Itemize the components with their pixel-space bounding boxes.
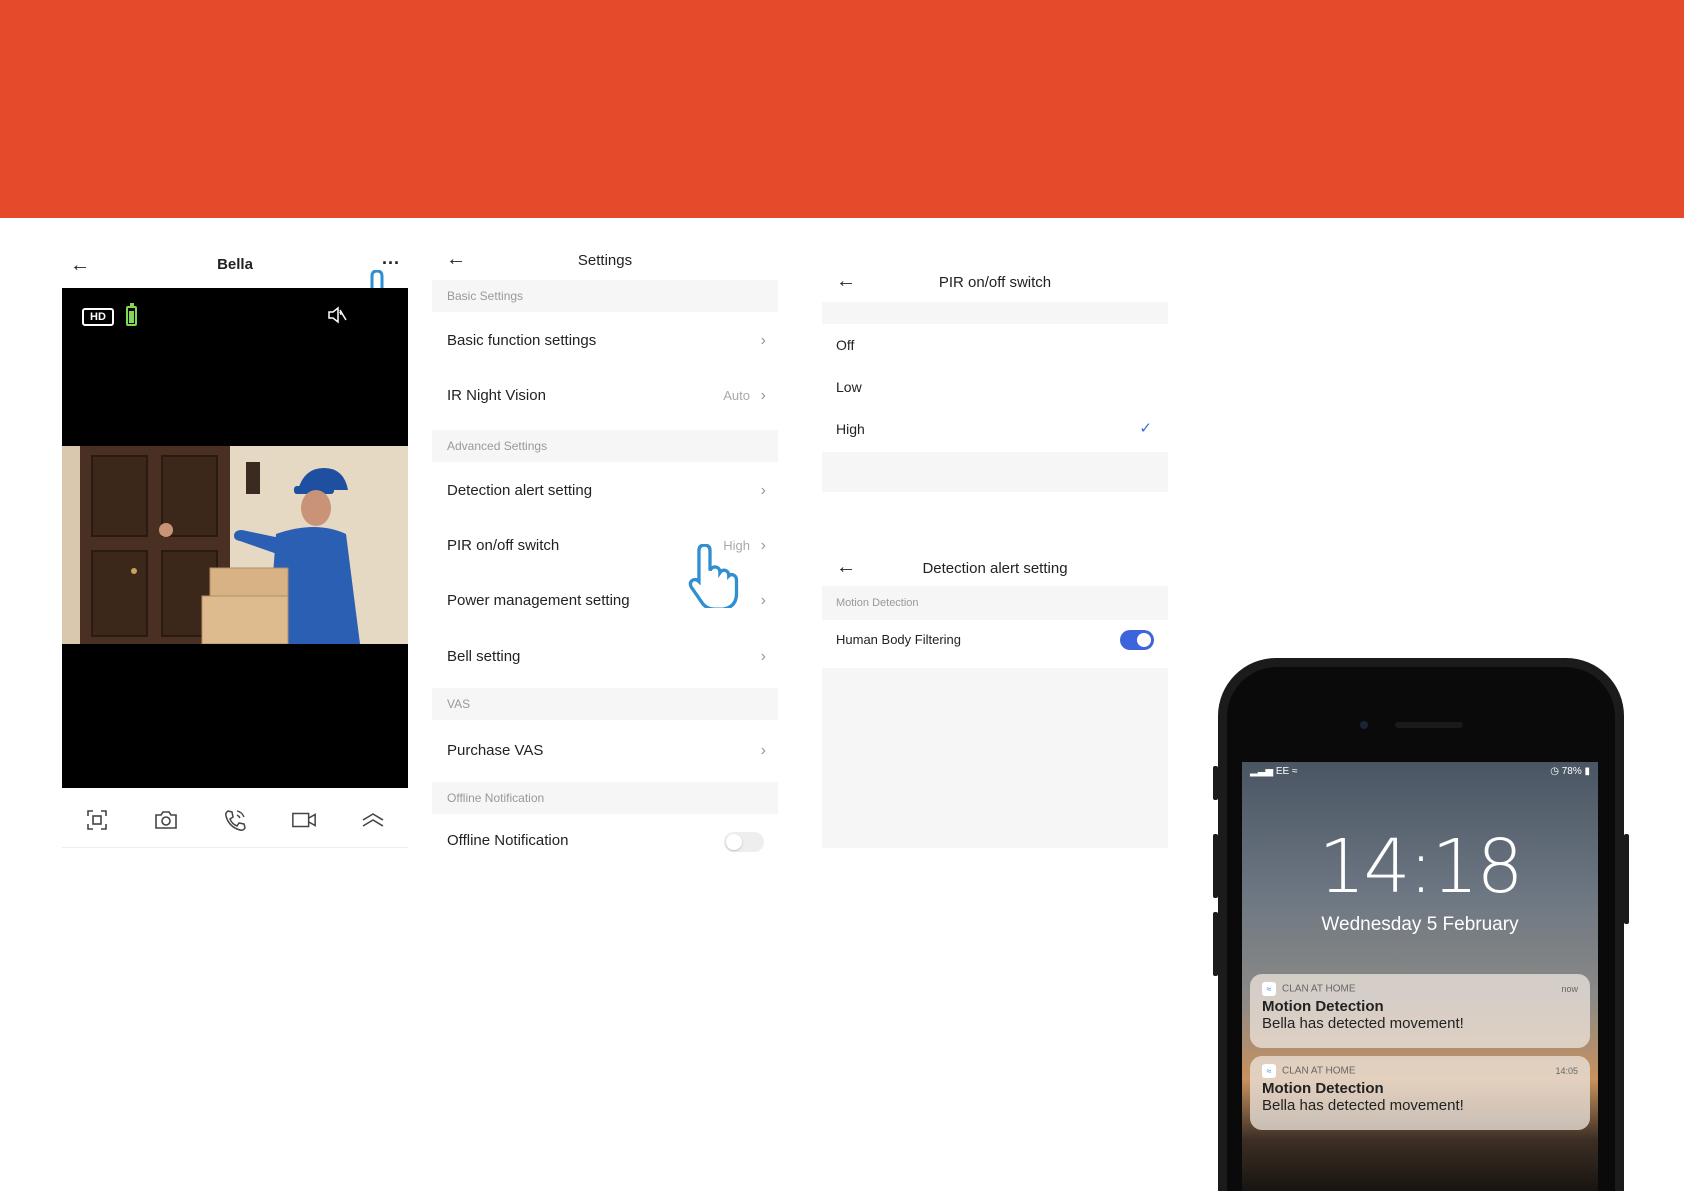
pointer-hand-icon xyxy=(688,544,739,608)
offline-notification-toggle[interactable] xyxy=(724,832,764,852)
side-button xyxy=(1213,766,1218,800)
notification-title: Motion Detection xyxy=(1262,998,1384,1015)
lock-date: Wednesday 5 February xyxy=(1321,914,1519,935)
checkmark-icon: ✓ xyxy=(1139,420,1152,437)
camera-icon[interactable] xyxy=(153,807,179,833)
header-banner xyxy=(0,0,1684,218)
lock-time: 14:18 xyxy=(1318,824,1523,910)
front-camera-icon xyxy=(1360,721,1368,729)
lock-screen: ▂▃▅ EE ≈ ◷ 78% ▮ 14:18 Wednesday 5 Febru… xyxy=(1242,762,1598,1191)
row-bell-setting[interactable]: Bell setting › xyxy=(432,632,778,682)
speaker-mute-icon[interactable] xyxy=(327,306,347,324)
row-offline-notification[interactable]: Offline Notification xyxy=(432,816,778,866)
notification-body: Bella has detected movement! xyxy=(1262,1097,1464,1114)
side-button xyxy=(1213,834,1218,898)
section-offline-notification: Offline Notification xyxy=(432,782,778,814)
carrier-label: ▂▃▅ EE ≈ xyxy=(1250,766,1298,777)
notification-body: Bella has detected movement! xyxy=(1262,1015,1464,1032)
row-label: IR Night Vision xyxy=(447,387,546,404)
notification-app: ≈ CLAN AT HOME xyxy=(1262,982,1578,996)
chevron-right-icon: › xyxy=(760,648,766,665)
human-body-filtering-toggle[interactable] xyxy=(1120,630,1154,650)
chevron-right-icon: › xyxy=(760,387,766,404)
option-label: Low xyxy=(836,379,862,395)
empty-area xyxy=(822,668,1168,848)
pir-title: PIR on/off switch xyxy=(938,274,1052,291)
settings-topbar: ← Settings xyxy=(432,244,778,280)
chevron-right-icon: › xyxy=(760,332,766,349)
chevron-right-icon: › xyxy=(760,537,766,554)
row-purchase-vas[interactable]: Purchase VAS › xyxy=(432,726,778,776)
app-icon: ≈ xyxy=(1262,982,1276,996)
notification-app: ≈ CLAN AT HOME xyxy=(1262,1064,1578,1078)
more-menu-icon[interactable]: ... xyxy=(382,248,400,269)
speaker-grille xyxy=(1395,722,1463,728)
row-label: PIR on/off switch xyxy=(447,537,560,554)
video-feed[interactable]: HD xyxy=(62,288,408,788)
hd-badge[interactable]: HD xyxy=(82,308,114,326)
row-label: Basic function settings xyxy=(447,332,597,349)
camera-snapshot-image xyxy=(62,446,408,644)
side-button xyxy=(1624,834,1629,924)
video-record-icon[interactable] xyxy=(291,807,317,833)
call-icon[interactable] xyxy=(222,807,248,833)
chevron-right-icon: › xyxy=(760,742,766,759)
row-label: Bell setting xyxy=(447,648,521,665)
screenshot-icon[interactable] xyxy=(84,807,110,833)
status-bar: ▂▃▅ EE ≈ ◷ 78% ▮ xyxy=(1242,762,1598,784)
row-label: Purchase VAS xyxy=(447,742,544,759)
pir-option-high[interactable]: High ✓ xyxy=(822,408,1168,450)
notification-time: 14:05 xyxy=(1555,1066,1578,1076)
phone-device: ▂▃▅ EE ≈ ◷ 78% ▮ 14:18 Wednesday 5 Febru… xyxy=(1213,658,1629,1191)
notification-time: now xyxy=(1561,984,1578,994)
pir-option-off[interactable]: Off xyxy=(822,324,1168,366)
live-view-topbar: ← Bella ... xyxy=(62,244,408,288)
option-label: Off xyxy=(836,337,855,353)
app-icon: ≈ xyxy=(1262,1064,1276,1078)
row-ir-night-vision[interactable]: IR Night Vision Auto › xyxy=(432,371,778,421)
section-advanced-settings: Advanced Settings xyxy=(432,430,778,462)
row-label: Human Body Filtering xyxy=(836,632,961,647)
pir-option-low[interactable]: Low xyxy=(822,366,1168,408)
detection-alert-panel: ← Detection alert setting Motion Detecti… xyxy=(822,548,1168,848)
device-title: Bella xyxy=(217,256,253,273)
section-motion-detection: Motion Detection xyxy=(822,586,1168,620)
notification-card[interactable]: ≈ CLAN AT HOME 14:05 Motion Detection Bel… xyxy=(1250,1056,1590,1130)
chevron-right-icon: › xyxy=(760,592,766,609)
pir-topbar: ← PIR on/off switch xyxy=(822,262,1168,302)
pir-switch-panel: ← PIR on/off switch Off Low High ✓ xyxy=(822,262,1168,492)
battery-icon xyxy=(126,303,137,326)
row-value: Auto xyxy=(723,388,750,403)
settings-panel: ← Settings Basic Settings Basic function… xyxy=(432,244,778,864)
divider xyxy=(822,452,1168,492)
section-vas: VAS xyxy=(432,688,778,720)
expand-up-icon[interactable] xyxy=(360,807,386,833)
detection-title: Detection alert setting xyxy=(922,560,1068,577)
row-detection-alert-setting[interactable]: Detection alert setting › xyxy=(432,466,778,516)
live-controls-bar xyxy=(62,792,408,848)
row-human-body-filtering[interactable]: Human Body Filtering xyxy=(822,620,1168,660)
settings-title: Settings xyxy=(577,252,633,269)
chevron-right-icon: › xyxy=(760,482,766,499)
row-basic-function-settings[interactable]: Basic function settings › xyxy=(432,316,778,366)
live-view-panel: ← Bella ... HD xyxy=(62,244,408,848)
notification-card[interactable]: ≈ CLAN AT HOME now Motion Detection Bella… xyxy=(1250,974,1590,1048)
side-button xyxy=(1213,912,1218,976)
option-label: High xyxy=(836,421,865,437)
divider xyxy=(822,302,1168,324)
row-label: Power management setting xyxy=(447,592,630,609)
section-basic-settings: Basic Settings xyxy=(432,280,778,312)
row-label: Offline Notification xyxy=(447,832,569,849)
battery-label: ◷ 78% ▮ xyxy=(1550,766,1590,777)
notification-title: Motion Detection xyxy=(1262,1080,1384,1097)
row-label: Detection alert setting xyxy=(447,482,593,499)
